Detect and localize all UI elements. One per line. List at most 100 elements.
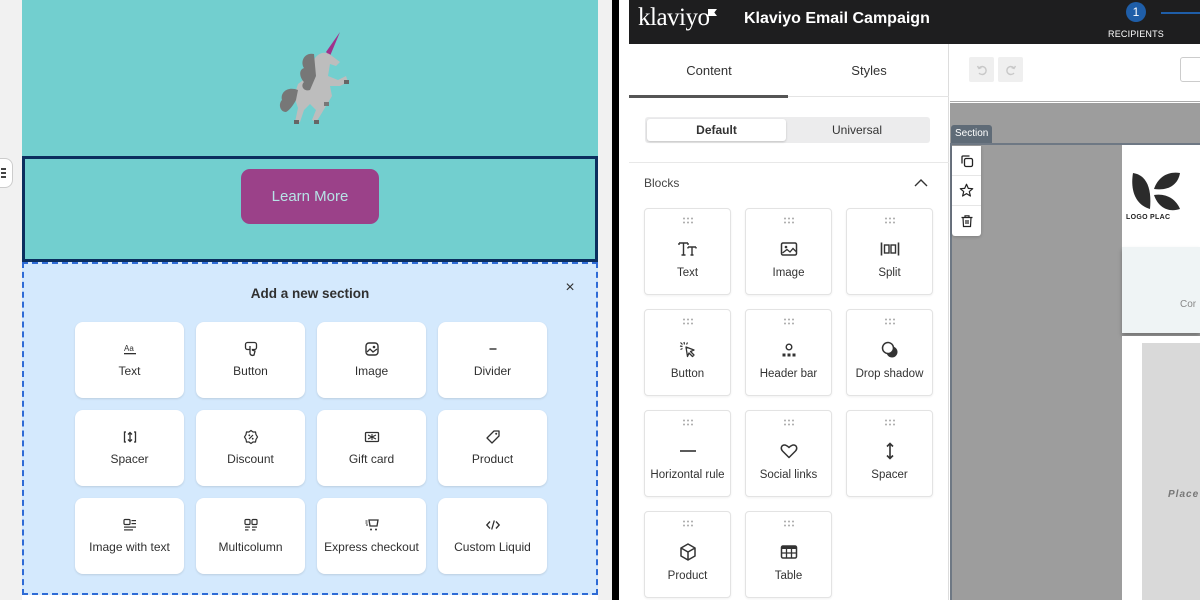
logo-leaf-icon [1132, 172, 1180, 211]
close-icon[interactable]: × [562, 280, 578, 296]
sidebar-tabs: Content Styles [629, 44, 949, 98]
klaviyo-logo[interactable]: klaviyo [638, 4, 710, 32]
undo-button[interactable] [969, 57, 994, 82]
block-product[interactable]: Product [644, 511, 731, 598]
section-option-label: Product [471, 451, 514, 466]
cart-icon [364, 517, 380, 533]
image-icon [779, 239, 799, 259]
block-social-links[interactable]: Social links [745, 410, 832, 497]
block-spacer[interactable]: Spacer [846, 410, 933, 497]
drag-grip-icon [683, 318, 693, 325]
section-option-multicolumn[interactable]: Multicolumn [196, 498, 305, 574]
favorite-section-button[interactable] [952, 176, 981, 206]
delete-section-button[interactable] [952, 206, 981, 236]
drag-grip-icon [683, 217, 693, 224]
section-option-product[interactable]: Product [438, 410, 547, 486]
block-button[interactable]: Button [644, 309, 731, 396]
content-sidebar: Content Styles Default Universal Blocks … [629, 44, 949, 600]
section-option-button[interactable]: Button [196, 322, 305, 398]
button-section-selected[interactable]: Learn More [22, 156, 598, 262]
section-drag-handle[interactable] [0, 158, 13, 188]
drag-grip-icon [784, 217, 794, 224]
toolbar-control[interactable] [1180, 57, 1200, 82]
heart-icon [779, 441, 799, 461]
section-option-image-with-text[interactable]: Image with text [75, 498, 184, 574]
email-image-placeholder[interactable]: Place [1142, 343, 1200, 600]
block-label: Button [670, 368, 705, 380]
block-label: Table [774, 570, 803, 582]
toggle-default[interactable]: Default [647, 119, 786, 141]
drag-grip-icon [683, 520, 693, 527]
block-label: Split [878, 267, 901, 279]
block-label: Header bar [759, 368, 818, 380]
horizontal-rule-icon [678, 441, 698, 461]
table-icon [779, 542, 799, 562]
section-option-gift-card[interactable]: Gift card [317, 410, 426, 486]
left-editor-pane: Learn More Add a new section × Aa Text B… [0, 0, 612, 600]
screen-split-divider [612, 0, 619, 600]
toggle-universal[interactable]: Universal [786, 119, 928, 141]
code-icon [485, 517, 501, 533]
drag-grip-icon [784, 520, 794, 527]
section-option-label: Gift card [348, 451, 395, 466]
section-option-custom-liquid[interactable]: Custom Liquid [438, 498, 547, 574]
chevron-up-icon[interactable] [913, 176, 929, 190]
section-option-label: Discount [227, 451, 274, 466]
add-section-title: Add a new section [250, 286, 370, 301]
block-header-bar[interactable]: Header bar [745, 309, 832, 396]
multicolumn-icon [243, 517, 259, 533]
cube-icon [678, 542, 698, 562]
trash-icon [961, 215, 972, 228]
section-option-text[interactable]: Aa Text [75, 322, 184, 398]
step-indicator[interactable]: 1 [1126, 2, 1146, 22]
block-label: Drop shadow [855, 368, 924, 380]
block-image[interactable]: Image [745, 208, 832, 295]
block-label: Text [676, 267, 699, 279]
svg-text:Aa: Aa [124, 344, 134, 353]
block-label: Image [772, 267, 805, 279]
redo-icon [1005, 65, 1016, 75]
email-content-block[interactable]: Cor [1122, 247, 1200, 333]
section-option-image[interactable]: Image [317, 322, 426, 398]
unicorn-illustration [279, 32, 349, 124]
text-tt-icon [678, 239, 698, 259]
block-label: Social links [759, 469, 818, 481]
add-new-section-panel: Add a new section × Aa Text Button Image [22, 262, 598, 595]
step-label-recipients[interactable]: RECIPIENTS [1108, 29, 1164, 39]
blocks-heading: Blocks [644, 176, 680, 190]
tab-styles[interactable]: Styles [789, 44, 949, 97]
section-option-discount[interactable]: Discount [196, 410, 305, 486]
block-drop-shadow[interactable]: Drop shadow [846, 309, 933, 396]
drag-grip-icon [885, 217, 895, 224]
block-split[interactable]: Split [846, 208, 933, 295]
canvas-toolbar [950, 44, 1200, 102]
section-option-spacer[interactable]: Spacer [75, 410, 184, 486]
image-with-text-icon [122, 517, 138, 533]
undo-icon [976, 65, 987, 75]
hero-image-section[interactable] [22, 0, 598, 156]
block-horizontal-rule[interactable]: Horizontal rule [644, 410, 731, 497]
campaign-title: Klaviyo Email Campaign [744, 10, 930, 27]
block-table[interactable]: Table [745, 511, 832, 598]
section-option-express-checkout[interactable]: Express checkout [317, 498, 426, 574]
block-text[interactable]: Text [644, 208, 731, 295]
panel-divider [629, 162, 949, 163]
drop-shadow-icon [880, 340, 900, 360]
email-logo-block[interactable]: LOGO PLAC [1122, 145, 1200, 247]
section-option-label: Divider [473, 363, 512, 378]
section-option-divider[interactable]: Divider [438, 322, 547, 398]
logo-placeholder-text: LOGO PLAC [1126, 214, 1171, 221]
learn-more-button[interactable]: Learn More [241, 169, 379, 224]
section-option-label: Express checkout [324, 539, 419, 554]
block-type-toggle: Default Universal [645, 117, 930, 143]
tab-content[interactable]: Content [629, 44, 789, 98]
discount-icon [243, 429, 259, 445]
blocks-grid: Text Image Split Button Header bar Drop … [644, 208, 933, 598]
duplicate-section-button[interactable] [952, 146, 981, 176]
step-progress-line [1161, 12, 1200, 14]
redo-button[interactable] [998, 57, 1023, 82]
drag-grip-icon [784, 419, 794, 426]
section-option-label: Spacer [110, 451, 149, 466]
star-icon [959, 183, 974, 197]
drag-grip-icon [683, 419, 693, 426]
